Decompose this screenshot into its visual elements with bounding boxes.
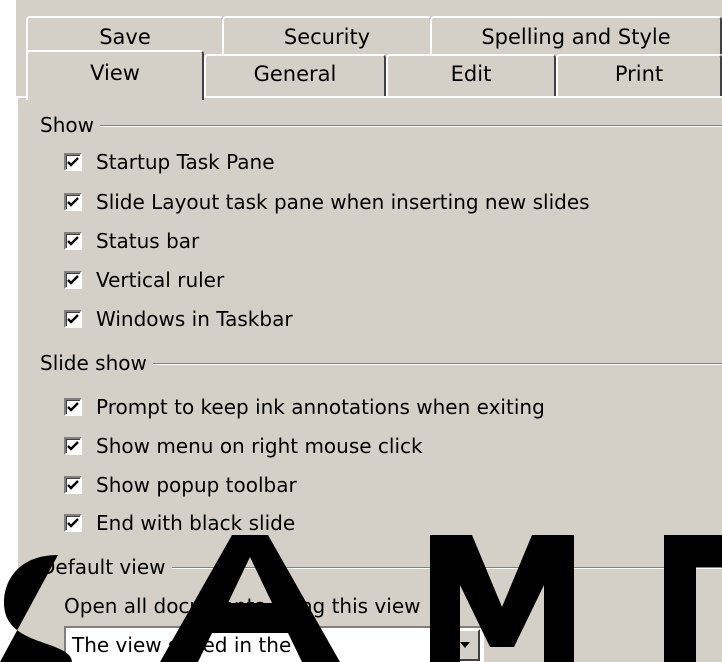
- show-group-divider: [40, 125, 722, 127]
- checkbox-box[interactable]: [64, 514, 82, 532]
- default-view-select-value: The view saved in the file: [72, 633, 329, 657]
- checkbox-status-bar[interactable]: Status bar: [64, 228, 199, 254]
- tab-spelling-and-style[interactable]: Spelling and Style: [430, 16, 722, 54]
- checkbox-label: Windows in Taskbar: [96, 307, 293, 331]
- checkbox-show-popup-toolbar[interactable]: Show popup toolbar: [64, 472, 297, 498]
- checkbox-label: Startup Task Pane: [96, 150, 275, 174]
- open-documents-label: Open all documents using this view: [64, 594, 421, 618]
- checkbox-box[interactable]: [64, 437, 82, 455]
- checkbox-label: Slide Layout task pane when inserting ne…: [96, 190, 590, 214]
- chevron-down-icon: [460, 642, 470, 648]
- checkmark-icon: [67, 157, 79, 167]
- checkbox-label: End with black slide: [96, 511, 296, 535]
- tab-print[interactable]: Print: [556, 54, 722, 96]
- checkmark-icon: [67, 441, 79, 451]
- checkbox-startup-task-pane[interactable]: Startup Task Pane: [64, 149, 275, 175]
- checkmark-icon: [67, 236, 79, 246]
- panel-top-edge-left: [16, 96, 26, 98]
- checkbox-label: Show popup toolbar: [96, 473, 297, 497]
- checkbox-box[interactable]: [64, 310, 82, 328]
- tab-general[interactable]: General: [204, 54, 386, 96]
- checkbox-box[interactable]: [64, 476, 82, 494]
- slide-show-group-label: Slide show: [40, 351, 153, 375]
- checkmark-icon: [67, 518, 79, 528]
- checkbox-show-menu-right-click[interactable]: Show menu on right mouse click: [64, 433, 423, 459]
- screenshot-stage: Save Security Spelling and Style View Ge…: [0, 0, 722, 662]
- checkbox-box[interactable]: [64, 153, 82, 171]
- options-dialog: Save Security Spelling and Style View Ge…: [16, 0, 722, 662]
- checkbox-box[interactable]: [64, 232, 82, 250]
- checkbox-box[interactable]: [64, 193, 82, 211]
- checkbox-label: Status bar: [96, 229, 200, 253]
- checkbox-slide-layout-task-pane[interactable]: Slide Layout task pane when inserting ne…: [64, 189, 590, 215]
- tab-view[interactable]: View: [26, 50, 204, 100]
- tab-security[interactable]: Security: [222, 16, 432, 54]
- checkbox-label: Prompt to keep ink annotations when exit…: [96, 395, 545, 419]
- dropdown-button[interactable]: [450, 629, 480, 661]
- checkmark-icon: [67, 197, 79, 207]
- panel-left-edge: [16, 96, 18, 662]
- checkmark-icon: [67, 402, 79, 412]
- checkbox-label: Vertical ruler: [96, 268, 225, 292]
- checkmark-icon: [67, 480, 79, 490]
- checkbox-box[interactable]: [64, 271, 82, 289]
- checkbox-box[interactable]: [64, 398, 82, 416]
- checkbox-label: Show menu on right mouse click: [96, 434, 423, 458]
- tab-edit[interactable]: Edit: [386, 54, 556, 96]
- default-view-group-label: Default view: [40, 555, 172, 579]
- default-view-select[interactable]: The view saved in the file: [64, 626, 484, 662]
- checkbox-windows-in-taskbar[interactable]: Windows in Taskbar: [64, 306, 293, 332]
- checkmark-icon: [67, 275, 79, 285]
- checkmark-icon: [67, 314, 79, 324]
- tab-save[interactable]: Save: [26, 16, 224, 54]
- show-group-label: Show: [40, 113, 100, 137]
- checkbox-end-with-black-slide[interactable]: End with black slide: [64, 510, 295, 536]
- panel-top-edge-right: [204, 96, 722, 98]
- checkbox-prompt-keep-ink[interactable]: Prompt to keep ink annotations when exit…: [64, 394, 545, 420]
- checkbox-vertical-ruler[interactable]: Vertical ruler: [64, 267, 224, 293]
